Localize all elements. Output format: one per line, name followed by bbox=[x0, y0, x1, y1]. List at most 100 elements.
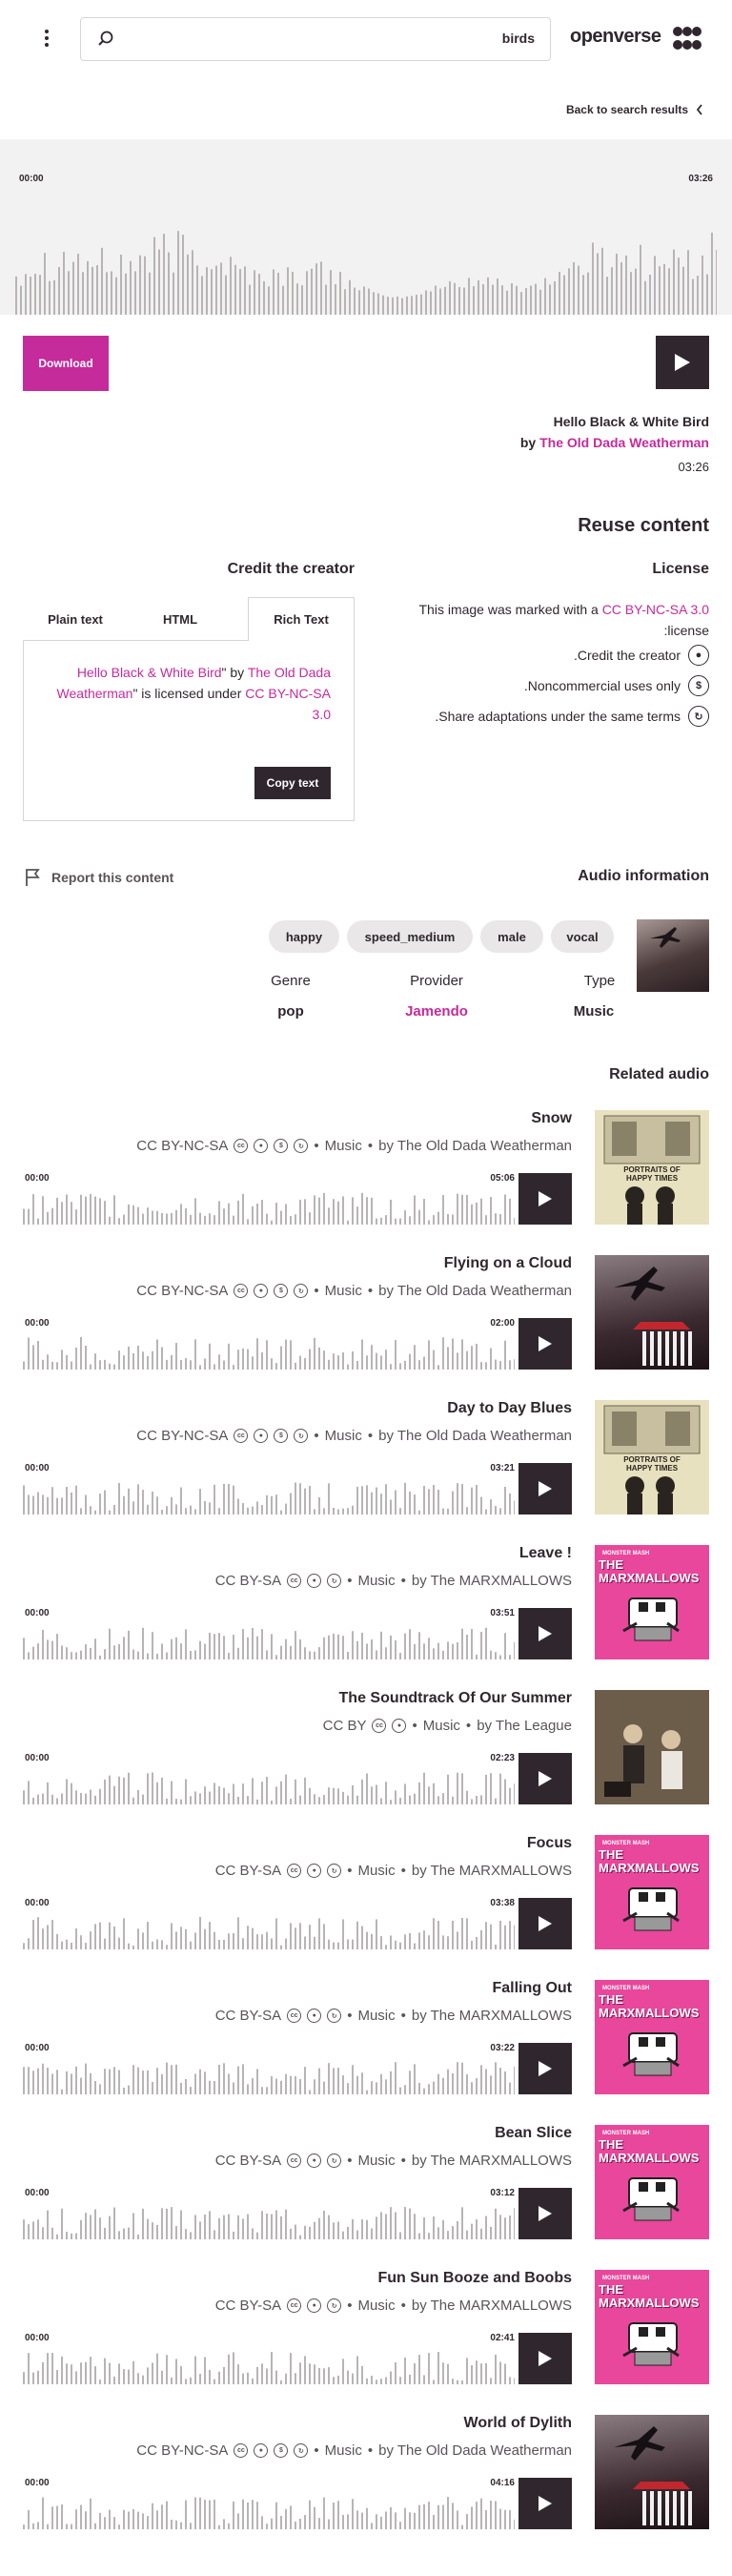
download-button[interactable]: Download bbox=[23, 336, 109, 391]
license-item-sa: ↻ Share adaptations under the same terms… bbox=[435, 706, 709, 727]
related-title[interactable]: The Soundtrack Of Our Summer bbox=[339, 1690, 572, 1707]
tag-chip[interactable]: vocal bbox=[551, 920, 614, 953]
related-waveform[interactable] bbox=[23, 1335, 515, 1370]
plane-artwork-icon bbox=[614, 1267, 692, 1366]
related-waveform[interactable] bbox=[23, 2495, 515, 2529]
related-waveform[interactable] bbox=[23, 2350, 515, 2384]
related-waveform[interactable] bbox=[23, 1625, 515, 1659]
related-play-button[interactable] bbox=[518, 1463, 572, 1515]
tag-chip[interactable]: male bbox=[480, 920, 543, 953]
related-title[interactable]: Flying on a Cloud bbox=[444, 1255, 572, 1272]
work-title-link[interactable]: Hello Black & White Bird bbox=[77, 665, 222, 680]
provider-link[interactable]: Jamendo bbox=[391, 1003, 482, 1020]
cc-by-icon: ● bbox=[254, 1284, 269, 1298]
related-title[interactable]: Fun Sun Booze and Boobs bbox=[377, 2270, 572, 2287]
related-duration: 02:23 bbox=[490, 1753, 515, 1763]
search-input[interactable]: birds bbox=[502, 31, 535, 46]
main-waveform[interactable] bbox=[15, 191, 717, 315]
related-waveform[interactable] bbox=[23, 1480, 515, 1515]
related-audio-item[interactable]: World of Dylith CC BY-NC-SA cc ● $ ↻ • Music • by… bbox=[23, 2415, 709, 2529]
related-waveform[interactable] bbox=[23, 2205, 515, 2239]
related-audio-item[interactable]: Flying on a Cloud CC BY-NC-SA cc ● $ ↻ • Music •… bbox=[23, 1255, 709, 1370]
related-title[interactable]: Falling Out bbox=[492, 1980, 572, 1997]
related-title[interactable]: Bean Slice bbox=[495, 2125, 572, 2142]
related-audio-item[interactable]: Falling Out CC BY-SA cc ● ↻ • Music • by The MAR… bbox=[23, 1980, 709, 2094]
related-category: Music bbox=[357, 2008, 396, 2024]
related-category: Music bbox=[422, 1718, 460, 1734]
reuse-title: Reuse content bbox=[578, 515, 709, 536]
license-title: License bbox=[652, 561, 709, 577]
report-label: Report this content bbox=[51, 870, 174, 885]
tab-plain-text[interactable]: Plain text bbox=[23, 597, 128, 641]
related-waveform[interactable] bbox=[23, 1915, 515, 1949]
main-play-button[interactable] bbox=[656, 336, 709, 389]
related-play-button[interactable] bbox=[518, 1753, 572, 1804]
cc-nc-icon: $ bbox=[274, 1429, 289, 1443]
back-to-results-link[interactable]: Back to search results bbox=[566, 103, 703, 116]
tag-chip[interactable]: speed_medium bbox=[347, 920, 473, 953]
license-link[interactable]: CC BY-NC-SA 3.0 bbox=[602, 602, 709, 617]
license-item-text: Noncommercial uses only. bbox=[523, 678, 681, 693]
related-play-button[interactable] bbox=[518, 2188, 572, 2239]
related-play-button[interactable] bbox=[518, 2478, 572, 2529]
related-start-time: 00:00 bbox=[25, 1318, 50, 1329]
menu-button[interactable] bbox=[32, 24, 61, 52]
genre-value[interactable]: pop bbox=[255, 1003, 326, 1020]
related-waveform[interactable] bbox=[23, 1190, 515, 1225]
related-license: CC BY-NC-SA bbox=[136, 1428, 229, 1444]
type-value[interactable]: Music bbox=[560, 1003, 627, 1020]
credit-license-link[interactable]: CC BY-NC-SA 3.0 bbox=[245, 686, 331, 722]
track-duration: 03:26 bbox=[678, 460, 709, 474]
related-play-button[interactable] bbox=[518, 1318, 572, 1370]
related-artist: by The MARXMALLOWS bbox=[411, 2298, 572, 2314]
related-play-button[interactable] bbox=[518, 1608, 572, 1659]
related-category: Music bbox=[357, 1863, 396, 1879]
related-duration: 02:00 bbox=[490, 1318, 515, 1329]
related-play-button[interactable] bbox=[518, 1173, 572, 1225]
audio-player[interactable]: 00:00 03:26 bbox=[0, 139, 732, 315]
tab-rich-text[interactable]: Rich Text bbox=[248, 597, 355, 641]
credit-title: Credit the creator bbox=[227, 561, 355, 577]
cc-cc-icon: cc bbox=[287, 2009, 302, 2023]
meta-separator-dot: • bbox=[400, 2298, 406, 2314]
related-meta: CC BY-SA cc ● ↻ • Music • by The MARXMALLOWS bbox=[215, 2008, 572, 2024]
cc-sa-icon: ↻ bbox=[294, 2443, 309, 2458]
related-audio-item[interactable]: The Soundtrack Of Our Summer CC BY cc ● • Mus… bbox=[23, 1690, 709, 1804]
copy-text-button[interactable]: Copy text bbox=[254, 767, 331, 799]
related-waveform[interactable] bbox=[23, 1770, 515, 1804]
related-audio-title: Related audio bbox=[609, 1066, 709, 1082]
brand-name[interactable]: openverse bbox=[570, 26, 661, 48]
related-title[interactable]: Snow bbox=[531, 1110, 572, 1127]
cc-by-icon: ● bbox=[392, 1719, 407, 1733]
related-audio-item[interactable]: Bean Slice CC BY-SA cc ● ↻ • Music • by The MARX… bbox=[23, 2125, 709, 2239]
provider-label: Provider bbox=[410, 973, 463, 989]
related-category: Music bbox=[324, 2442, 362, 2459]
related-audio-item[interactable]: Day to Day Blues CC BY-NC-SA cc ● $ ↻ • Music • b… bbox=[23, 1400, 709, 1515]
cc-by-icon: ● bbox=[307, 2009, 322, 2023]
related-play-button[interactable] bbox=[518, 1898, 572, 1949]
related-title[interactable]: Leave ! bbox=[519, 1545, 572, 1562]
related-license: CC BY-SA bbox=[214, 2008, 282, 2024]
by-prefix: by bbox=[519, 435, 537, 450]
related-play-button[interactable] bbox=[518, 2333, 572, 2384]
tag-chip[interactable]: happy bbox=[269, 920, 339, 953]
search-icon bbox=[98, 31, 113, 46]
openverse-logo-icon[interactable] bbox=[673, 25, 702, 52]
meta-separator-dot: • bbox=[314, 1428, 319, 1444]
related-audio-item[interactable]: Snow CC BY-NC-SA cc ● $ ↻ • Music • by The Old Da… bbox=[23, 1110, 709, 1225]
related-title[interactable]: World of Dylith bbox=[464, 2415, 572, 2432]
related-audio-item[interactable]: Leave ! CC BY-SA cc ● ↻ • Music • by The MARXMAL… bbox=[23, 1545, 709, 1659]
related-title[interactable]: Focus bbox=[527, 1835, 572, 1852]
report-content-button[interactable]: Report this content bbox=[25, 868, 173, 887]
play-icon bbox=[539, 2351, 552, 2366]
related-category: Music bbox=[324, 1138, 362, 1154]
tab-html[interactable]: HTML bbox=[128, 597, 233, 641]
artist-link[interactable]: The Old Dada Weatherman bbox=[539, 435, 709, 450]
related-waveform[interactable] bbox=[23, 2060, 515, 2094]
related-title[interactable]: Day to Day Blues bbox=[447, 1400, 572, 1417]
related-play-button[interactable] bbox=[518, 2043, 572, 2094]
related-audio-item[interactable]: Focus CC BY-SA cc ● ↻ • Music • by The MARXMALLO… bbox=[23, 1835, 709, 1949]
meta-separator-dot: • bbox=[347, 2153, 353, 2169]
related-audio-item[interactable]: Fun Sun Booze and Boobs CC BY-SA cc ● ↻ • Musi… bbox=[23, 2270, 709, 2384]
search-bar[interactable]: birds bbox=[80, 17, 551, 61]
